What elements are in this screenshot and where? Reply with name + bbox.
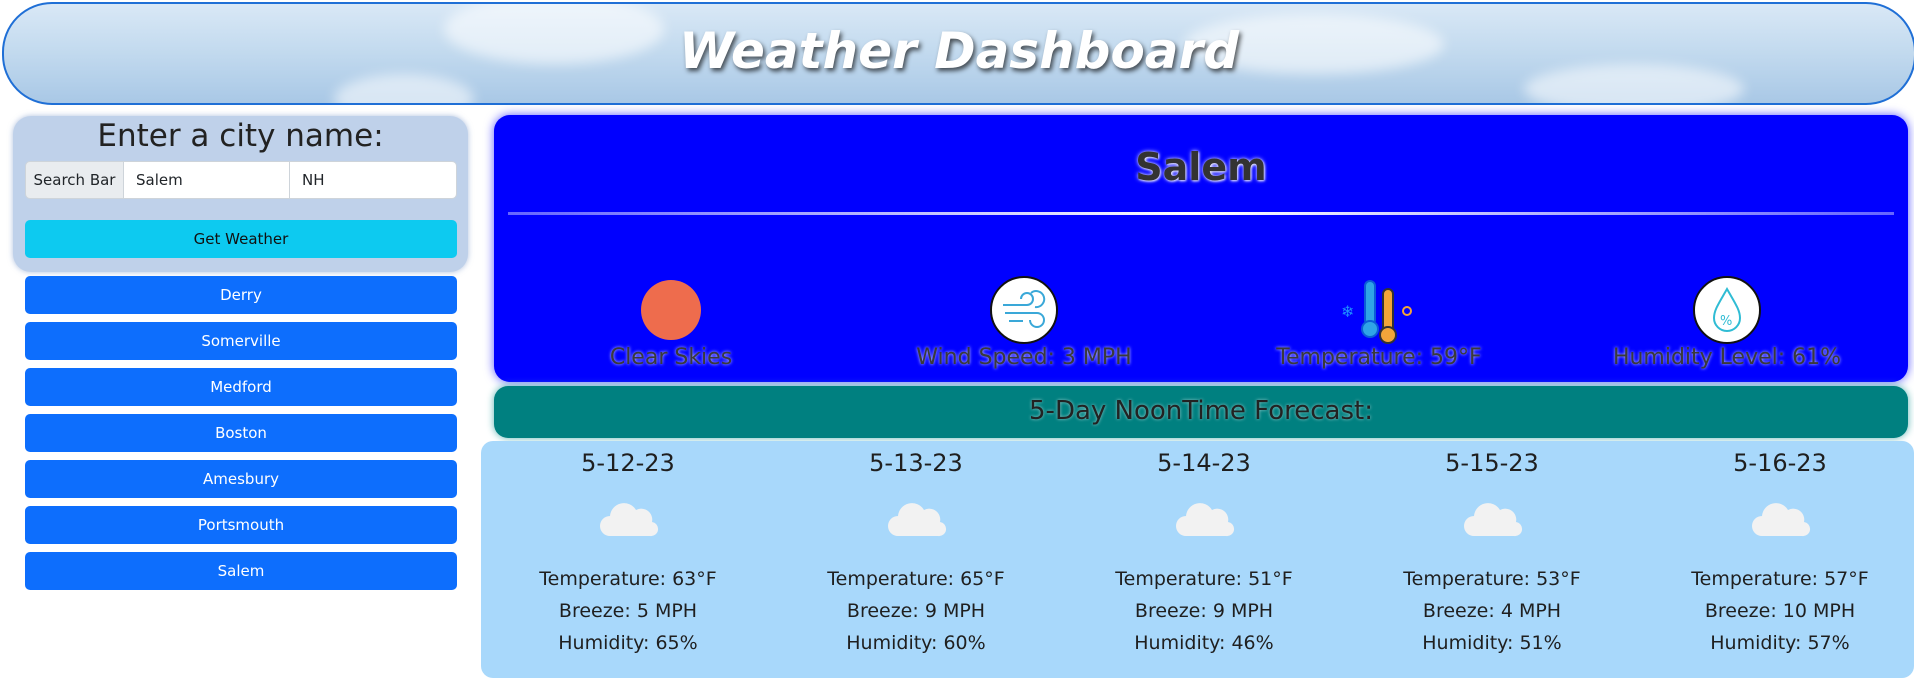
forecast-temperature: Temperature: 65°F <box>827 568 1005 590</box>
city-input[interactable] <box>124 161 290 199</box>
city-button-salem[interactable]: Salem <box>25 552 457 590</box>
forecast-title: 5-Day NoonTime Forecast: <box>494 386 1908 438</box>
forecast-temperature: Temperature: 51°F <box>1115 568 1293 590</box>
forecast-day: 5-15-23 Temperature: 53°F Breeze: 4 MPH … <box>1348 441 1636 659</box>
forecast-breeze: Breeze: 10 MPH <box>1704 600 1856 622</box>
svg-text:❄: ❄ <box>1341 302 1354 321</box>
search-history-list: Derry Somerville Medford Boston Amesbury… <box>25 276 457 598</box>
search-input-group: Search Bar <box>25 161 457 199</box>
state-input[interactable] <box>290 161 457 199</box>
humidity-icon: % <box>1562 275 1892 345</box>
thermometer-icon: ❄ <box>1214 275 1544 345</box>
cloud-icon <box>1636 477 1914 563</box>
city-button-derry[interactable]: Derry <box>25 276 457 314</box>
city-button-medford[interactable]: Medford <box>25 368 457 406</box>
forecast-breeze: Breeze: 9 MPH <box>846 600 986 622</box>
temperature-label: Temperature: 59°F <box>1276 345 1482 370</box>
divider <box>508 212 1894 215</box>
current-city-name: Salem <box>1135 145 1267 189</box>
city-button-portsmouth[interactable]: Portsmouth <box>25 506 457 544</box>
svg-text:%: % <box>1720 314 1732 329</box>
search-card: Enter a city name: Search Bar Get Weathe… <box>13 116 468 272</box>
forecast-temperature: Temperature: 63°F <box>539 568 717 590</box>
forecast-day: 5-13-23 Temperature: 65°F Breeze: 9 MPH … <box>772 441 1060 659</box>
forecast-day: 5-12-23 Temperature: 63°F Breeze: 5 MPH … <box>484 441 772 659</box>
forecast-humidity: Humidity: 57% <box>1710 632 1850 654</box>
forecast-day: 5-16-23 Temperature: 57°F Breeze: 10 MPH… <box>1636 441 1914 659</box>
cloud-icon <box>1060 477 1348 563</box>
search-bar-label: Search Bar <box>25 161 124 199</box>
condition-stat: Clear Skies <box>506 275 836 370</box>
forecast-date: 5-12-23 <box>581 449 675 477</box>
cloud-icon <box>772 477 1060 563</box>
wind-stat: Wind Speed: 3 MPH <box>859 275 1189 370</box>
page-title: Weather Dashboard <box>678 22 1239 80</box>
city-button-boston[interactable]: Boston <box>25 414 457 452</box>
condition-label: Clear Skies <box>609 345 733 370</box>
current-weather-panel: Salem Clear Skies Wind Speed: 3 MPH ❄ Te… <box>494 115 1908 382</box>
forecast-date: 5-14-23 <box>1157 449 1251 477</box>
wind-icon <box>859 275 1189 345</box>
cloud-icon <box>1348 477 1636 563</box>
forecast-date: 5-15-23 <box>1445 449 1539 477</box>
forecast-humidity: Humidity: 51% <box>1422 632 1562 654</box>
wind-label: Wind Speed: 3 MPH <box>916 345 1132 370</box>
forecast-breeze: Breeze: 9 MPH <box>1134 600 1274 622</box>
cloud-icon <box>484 477 772 563</box>
forecast-date: 5-16-23 <box>1733 449 1827 477</box>
get-weather-button[interactable]: Get Weather <box>25 220 457 258</box>
humidity-stat: % Humidity Level: 61% <box>1562 275 1892 370</box>
search-title: Enter a city name: <box>97 118 384 154</box>
forecast-day: 5-14-23 Temperature: 51°F Breeze: 9 MPH … <box>1060 441 1348 659</box>
humidity-label: Humidity Level: 61% <box>1612 345 1842 370</box>
forecast-panel: 5-12-23 Temperature: 63°F Breeze: 5 MPH … <box>481 441 1914 678</box>
forecast-humidity: Humidity: 46% <box>1134 632 1274 654</box>
forecast-date: 5-13-23 <box>869 449 963 477</box>
forecast-temperature: Temperature: 53°F <box>1403 568 1581 590</box>
sun-icon <box>506 275 836 345</box>
city-button-amesbury[interactable]: Amesbury <box>25 460 457 498</box>
forecast-humidity: Humidity: 65% <box>558 632 698 654</box>
forecast-humidity: Humidity: 60% <box>846 632 986 654</box>
header-banner: Weather Dashboard <box>2 2 1914 105</box>
city-button-somerville[interactable]: Somerville <box>25 322 457 360</box>
temperature-stat: ❄ Temperature: 59°F <box>1214 275 1544 370</box>
forecast-breeze: Breeze: 4 MPH <box>1422 600 1562 622</box>
forecast-breeze: Breeze: 5 MPH <box>558 600 698 622</box>
forecast-temperature: Temperature: 57°F <box>1691 568 1869 590</box>
